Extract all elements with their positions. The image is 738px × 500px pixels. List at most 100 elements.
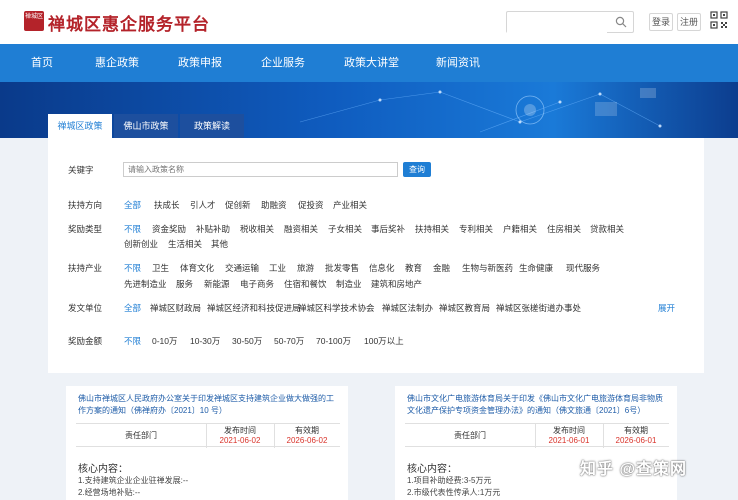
industry-option[interactable]: 现代服务 — [566, 262, 600, 274]
industry-option[interactable]: 旅游 — [297, 262, 314, 274]
nav-item-news[interactable]: 新闻资讯 — [436, 44, 480, 82]
tab-policy-interpretation[interactable]: 政策解读 — [180, 114, 244, 138]
reward-type-option[interactable]: 住房相关 — [547, 223, 581, 235]
reward-type-option[interactable]: 生活相关 — [168, 238, 202, 250]
industry-option[interactable]: 工业 — [269, 262, 286, 274]
logo-text: 禅城区 — [24, 14, 43, 20]
core-content-line: 1.项目补助经费:3-5万元 — [407, 476, 492, 485]
nav-item-home[interactable]: 首页 — [31, 44, 53, 82]
search-icon[interactable] — [615, 16, 627, 28]
filter-panel: 关键字 查询 扶持方向 全部 扶成长 引人才 促创新 助融资 促投资 产业相关 … — [48, 138, 704, 373]
industry-option[interactable]: 服务 — [176, 278, 193, 290]
register-button[interactable]: 注册 — [677, 13, 701, 31]
reward-type-option[interactable]: 户籍相关 — [503, 223, 537, 235]
valid-date: 2026-06-01 — [615, 436, 657, 445]
reward-amount-option[interactable]: 不限 — [124, 335, 141, 347]
watermark: 知乎 @查策网 — [580, 461, 688, 478]
industry-option[interactable]: 教育 — [405, 262, 422, 274]
nav-item-services[interactable]: 企业服务 — [261, 44, 305, 82]
support-direction-option[interactable]: 促创新 — [225, 199, 251, 211]
core-content-line: 2.经营场地补贴:-- — [78, 488, 141, 497]
core-content-line: 2.市级代表性传承人:1万元 — [407, 488, 501, 497]
support-direction-option[interactable]: 引人才 — [190, 199, 216, 211]
industry-option[interactable]: 制造业 — [336, 278, 362, 290]
industry-option[interactable]: 建筑和房地产 — [371, 278, 422, 290]
valid-header: 有效期 — [624, 426, 648, 435]
industry-option[interactable]: 不限 — [124, 262, 141, 274]
industry-option[interactable]: 交通运输 — [225, 262, 259, 274]
reward-type-option[interactable]: 贷款相关 — [590, 223, 624, 235]
issuing-unit-option[interactable]: 禅城区财政局 — [150, 302, 201, 314]
policy-card-title[interactable]: 佛山市文化广电旅游体育局关于印发《佛山市文化广电旅游体育局非物质文化遗产保护专项… — [407, 393, 667, 417]
site-search-input[interactable] — [507, 12, 607, 33]
policy-card[interactable]: 佛山市文化广电旅游体育局关于印发《佛山市文化广电旅游体育局非物质文化遗产保护专项… — [395, 386, 677, 500]
industry-option[interactable]: 新能源 — [204, 278, 230, 290]
issuing-unit-label: 发文单位 — [68, 303, 103, 313]
policy-card[interactable]: 佛山市禅城区人民政府办公室关于印发禅城区支持建筑企业做大做强的工作方案的通知（佛… — [66, 386, 348, 500]
query-button[interactable]: 查询 — [403, 162, 431, 177]
reward-amount-option[interactable]: 0-10万 — [152, 335, 178, 347]
industry-option[interactable]: 金融 — [433, 262, 450, 274]
core-content-title: 核心内容： — [78, 464, 128, 475]
industry-option[interactable]: 批发零售 — [325, 262, 359, 274]
issuing-unit-option[interactable]: 禅城区法制办 — [382, 302, 433, 314]
industry-option[interactable]: 生物与新医药 — [462, 262, 513, 274]
reward-type-option[interactable]: 不限 — [124, 223, 141, 235]
reward-amount-option[interactable]: 70-100万 — [316, 335, 351, 347]
expand-link[interactable]: 展开 — [658, 302, 675, 314]
reward-type-option[interactable]: 事后奖补 — [371, 223, 405, 235]
support-direction-label: 扶持方向 — [68, 200, 103, 210]
reward-amount-option[interactable]: 100万以上 — [364, 335, 404, 347]
reward-amount-label: 奖励金额 — [68, 336, 103, 346]
tab-foshan-policy[interactable]: 佛山市政策 — [114, 114, 178, 138]
issuing-unit-option[interactable]: 禅城区教育局 — [439, 302, 490, 314]
policy-card-meta: 责任部门 发布时间 2021-06-02 有效期 2026-06-02 — [76, 423, 340, 448]
issuing-unit-option[interactable]: 禅城区经济和科技促进局 — [207, 302, 301, 314]
publish-header: 发布时间 — [224, 426, 256, 435]
reward-type-option[interactable]: 子女相关 — [328, 223, 362, 235]
issuing-unit-option[interactable]: 禅城区张槎街道办事处 — [496, 302, 581, 314]
nav-item-policies[interactable]: 惠企政策 — [95, 44, 139, 82]
policy-card-title[interactable]: 佛山市禅城区人民政府办公室关于印发禅城区支持建筑企业做大做强的工作方案的通知（佛… — [78, 393, 338, 417]
login-button[interactable]: 登录 — [649, 13, 673, 31]
main-nav: 首页 惠企政策 政策申报 企业服务 政策大讲堂 新闻资讯 — [0, 44, 738, 82]
issuing-unit-option[interactable]: 全部 — [124, 302, 141, 314]
industry-option[interactable]: 电子商务 — [240, 278, 274, 290]
reward-type-option[interactable]: 扶持相关 — [415, 223, 449, 235]
reward-type-option[interactable]: 资金奖励 — [152, 223, 186, 235]
industry-option[interactable]: 先进制造业 — [124, 278, 167, 290]
valid-date: 2026-06-02 — [286, 436, 328, 445]
support-direction-option[interactable]: 助融资 — [261, 199, 287, 211]
reward-type-option[interactable]: 税收相关 — [240, 223, 274, 235]
qr-code-icon[interactable] — [710, 11, 728, 29]
industry-option[interactable]: 信息化 — [369, 262, 395, 274]
support-direction-option[interactable]: 促投资 — [298, 199, 324, 211]
nav-item-apply[interactable]: 政策申报 — [178, 44, 222, 82]
industry-option[interactable]: 住宿和餐饮 — [284, 278, 327, 290]
reward-amount-option[interactable]: 30-50万 — [232, 335, 262, 347]
reward-type-label: 奖励类型 — [68, 224, 103, 234]
keyword-label: 关键字 — [68, 165, 94, 175]
reward-type-option[interactable]: 其他 — [211, 238, 228, 250]
reward-type-option[interactable]: 创新创业 — [124, 238, 158, 250]
industry-label: 扶持产业 — [68, 263, 103, 273]
site-logo-seal[interactable]: 禅城区 — [24, 11, 44, 31]
industry-option[interactable]: 生命健康 — [519, 262, 553, 274]
support-direction-option[interactable]: 产业相关 — [333, 199, 367, 211]
reward-type-option[interactable]: 专利相关 — [459, 223, 493, 235]
tab-chancheng-policy[interactable]: 禅城区政策 — [48, 114, 112, 138]
reward-type-option[interactable]: 补贴补助 — [196, 223, 230, 235]
support-direction-option[interactable]: 扶成长 — [154, 199, 180, 211]
reward-amount-option[interactable]: 10-30万 — [190, 335, 220, 347]
valid-header: 有效期 — [295, 426, 319, 435]
industry-option[interactable]: 体育文化 — [180, 262, 214, 274]
site-title[interactable]: 禅城区惠企服务平台 — [48, 10, 210, 35]
reward-amount-option[interactable]: 50-70万 — [274, 335, 304, 347]
reward-type-option[interactable]: 融资相关 — [284, 223, 318, 235]
keyword-input[interactable] — [123, 162, 398, 177]
industry-option[interactable]: 卫生 — [152, 262, 169, 274]
nav-item-lectures[interactable]: 政策大讲堂 — [344, 44, 399, 82]
issuing-unit-option[interactable]: 禅城区科学技术协会 — [298, 302, 375, 314]
policy-card-meta: 责任部门 发布时间 2021-06-01 有效期 2026-06-01 — [405, 423, 669, 448]
support-direction-option[interactable]: 全部 — [124, 199, 141, 211]
